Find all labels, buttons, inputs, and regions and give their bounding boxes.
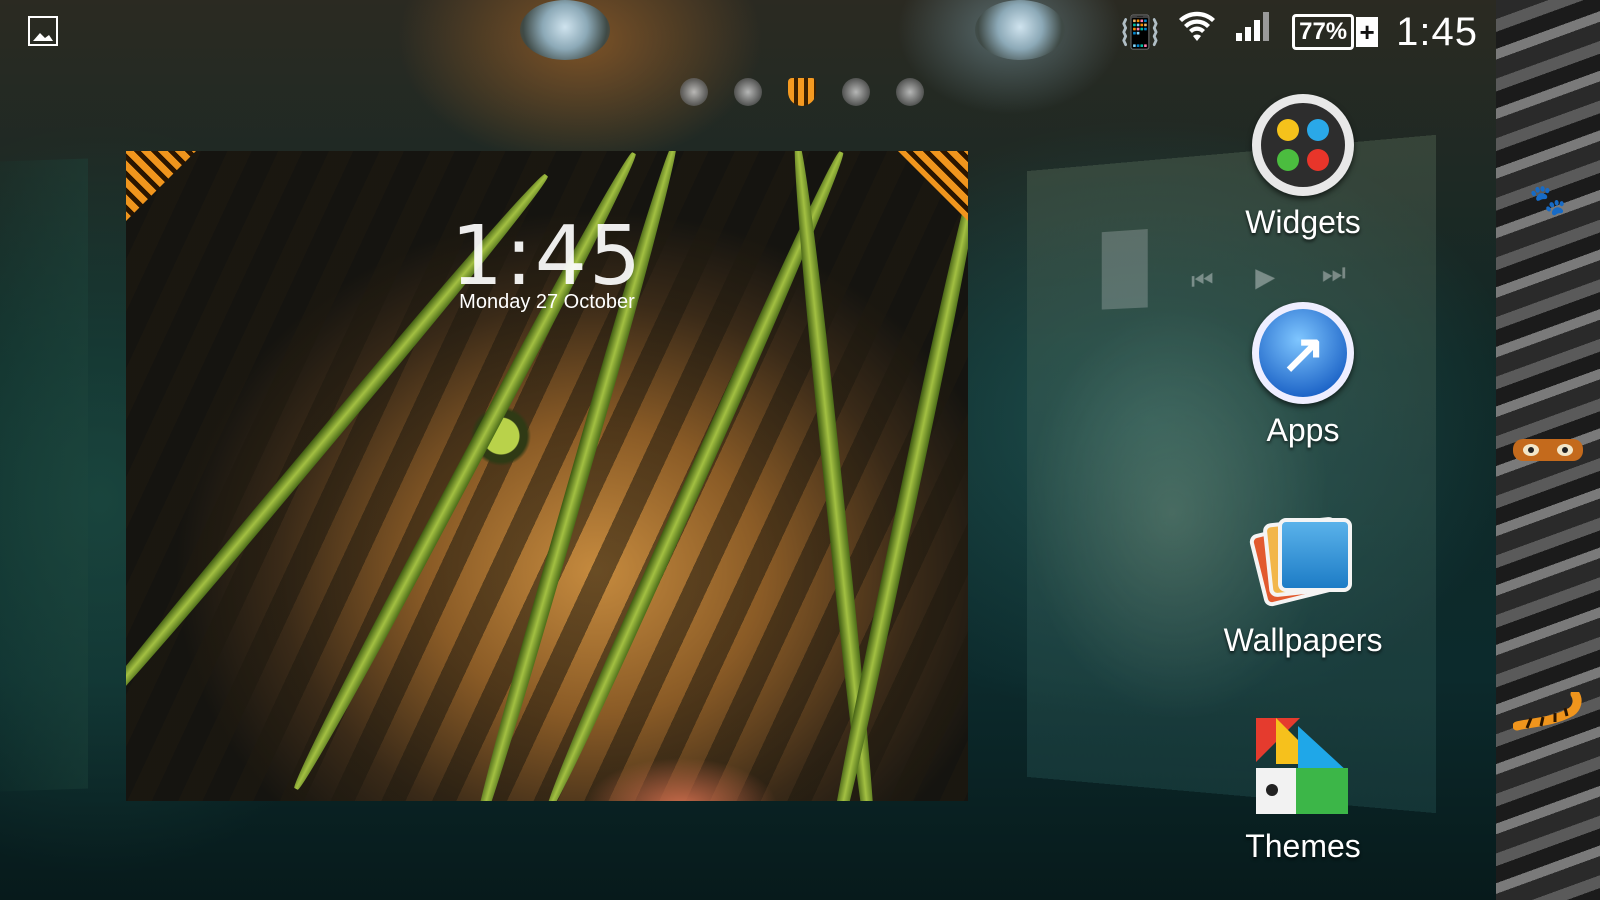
music-widget-art <box>1101 229 1148 310</box>
image-icon[interactable] <box>28 16 58 46</box>
widgets-button[interactable]: Widgets <box>1210 94 1396 241</box>
play-icon: ▶ <box>1255 260 1276 293</box>
apps-icon: ↗ <box>1252 302 1354 404</box>
vibrate-icon: 📳 <box>1120 14 1161 50</box>
wallpapers-button[interactable]: Wallpapers <box>1210 512 1396 659</box>
page-dot-active[interactable] <box>788 78 816 106</box>
home-panel-current[interactable]: 1:45 Monday 27 October <box>126 151 968 801</box>
tiger-tail-icon[interactable] <box>1512 690 1584 734</box>
status-bar: 📳 77% + 1:45 <box>0 0 1496 64</box>
status-clock: 1:45 <box>1396 9 1478 54</box>
themes-label: Themes <box>1245 828 1361 864</box>
status-icons: 📳 77% + 1:45 <box>1120 8 1478 56</box>
widgets-icon <box>1252 94 1354 196</box>
wallpapers-label: Wallpapers <box>1223 622 1383 658</box>
lockscreen-time: 1:45 <box>450 209 644 304</box>
paw-icon[interactable]: 🐾 <box>1512 178 1584 222</box>
previous-icon: ⏮ <box>1191 264 1214 296</box>
lockscreen-date: Monday 27 October <box>459 291 635 313</box>
tiger-eyes-icon[interactable] <box>1512 428 1584 472</box>
themes-icon <box>1252 718 1354 820</box>
widgets-label: Widgets <box>1245 204 1361 240</box>
charging-icon: + <box>1356 17 1379 47</box>
wallpapers-icon <box>1248 512 1354 614</box>
wifi-icon <box>1178 8 1216 56</box>
apps-button[interactable]: ↗ Apps <box>1210 302 1396 449</box>
apps-label: Apps <box>1266 412 1340 448</box>
page-dot[interactable] <box>896 78 924 106</box>
page-dot[interactable] <box>842 78 870 106</box>
home-panel-previous[interactable] <box>0 158 88 792</box>
signal-icon <box>1234 8 1274 56</box>
battery-indicator: 77% + <box>1292 14 1379 50</box>
battery-percent: 77% <box>1292 14 1355 50</box>
page-dot[interactable] <box>680 78 708 106</box>
page-dot[interactable] <box>734 78 762 106</box>
next-icon: ⏭ <box>1321 256 1346 289</box>
page-indicator <box>680 78 924 106</box>
themes-button[interactable]: Themes <box>1210 718 1396 865</box>
